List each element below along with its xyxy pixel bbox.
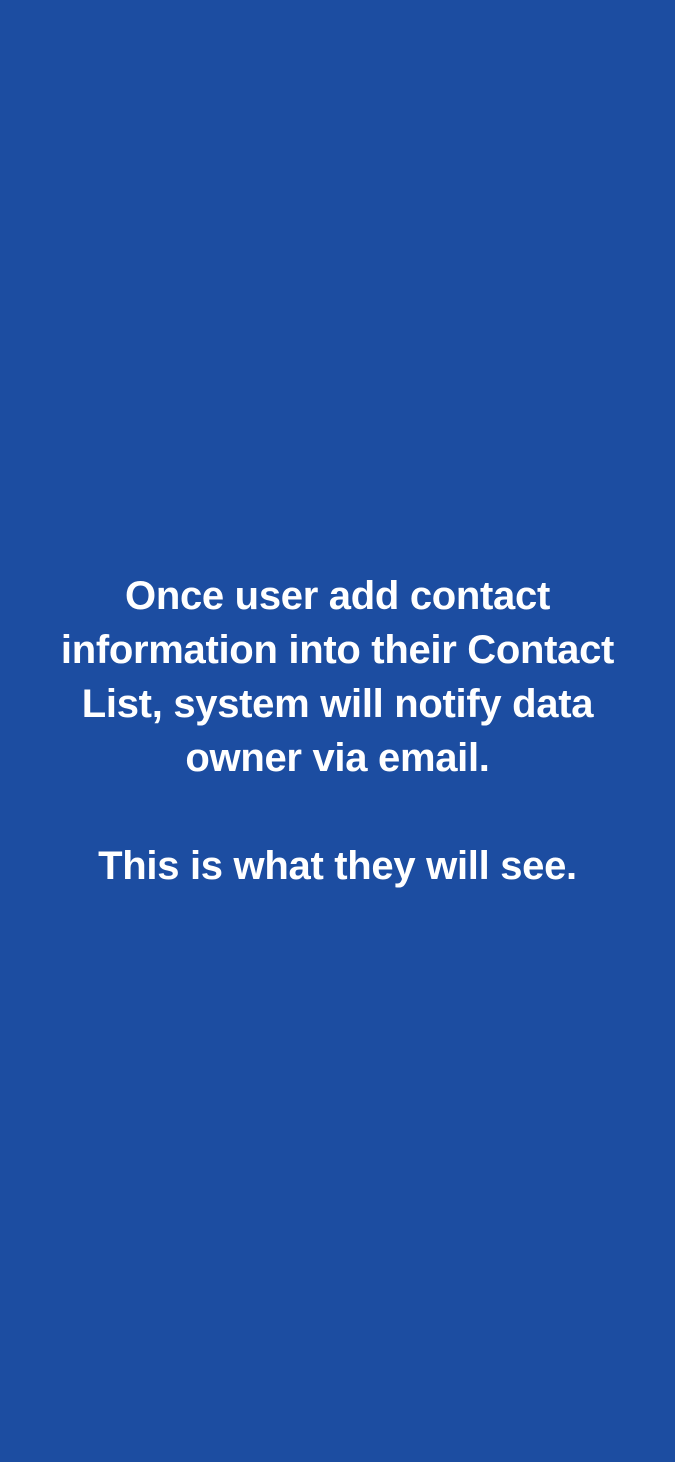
paragraph-2: This is what they will see. (40, 839, 635, 893)
paragraph-spacer (40, 785, 635, 839)
paragraph-1: Once user add contact information into t… (40, 569, 635, 785)
slide-content: Once user add contact information into t… (0, 569, 675, 893)
